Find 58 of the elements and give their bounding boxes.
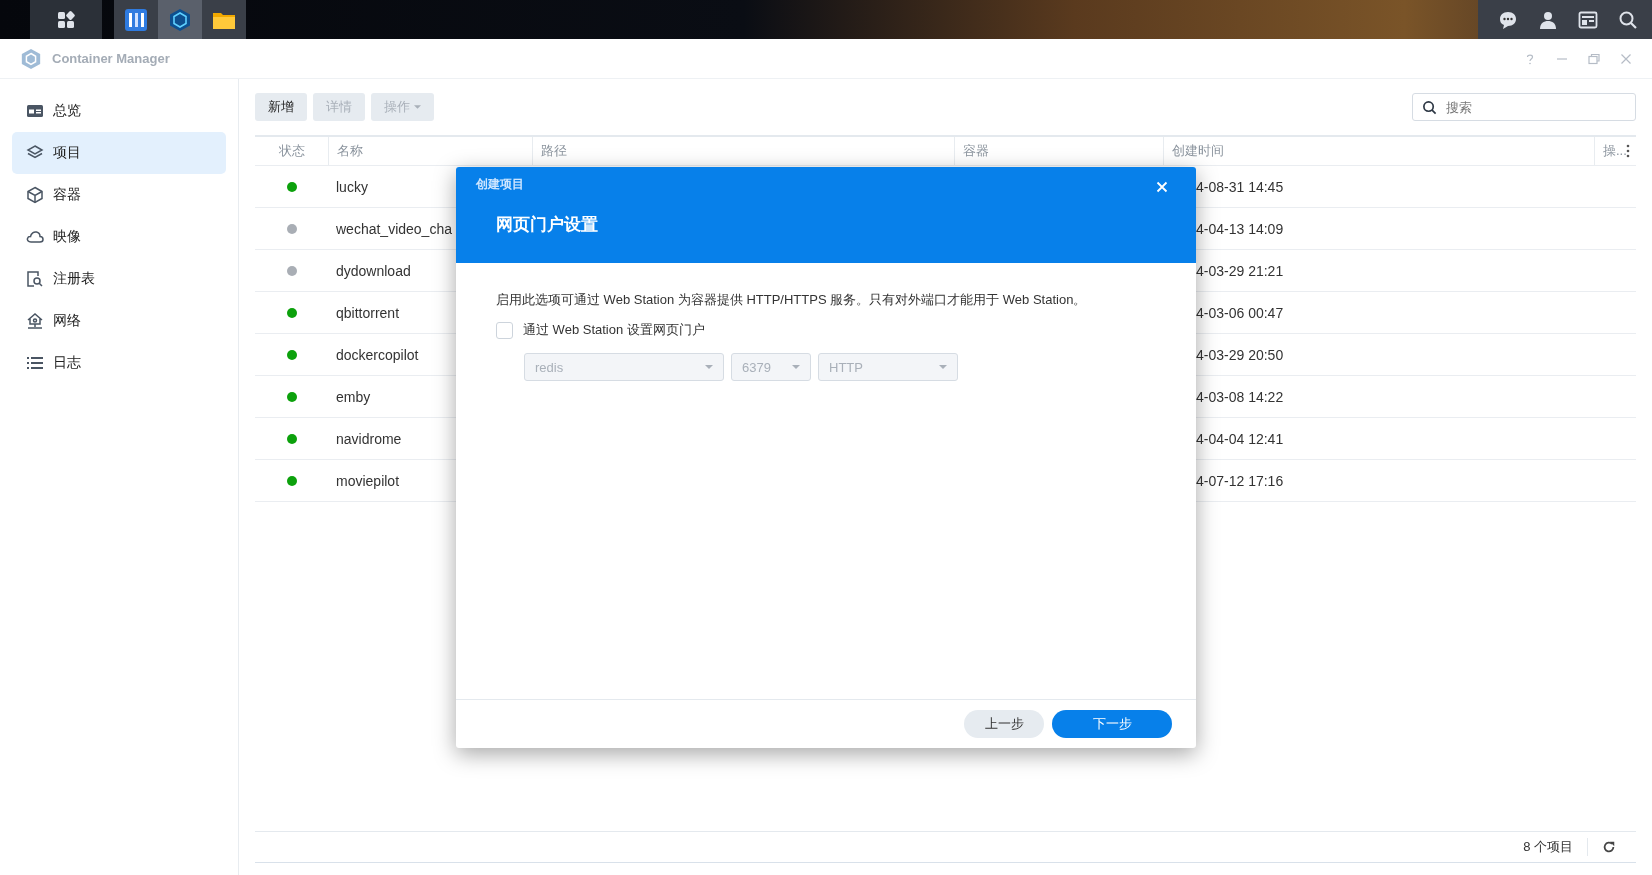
- more-options-icon[interactable]: [1626, 144, 1630, 158]
- description-text: 启用此选项可通过 Web Station 为容器提供 HTTP/HTTPS 服务。只有对外端口才能用于 Web Station。: [496, 291, 1088, 309]
- table-cell: dydownload: [336, 262, 411, 279]
- search-field[interactable]: 搜索: [1412, 93, 1636, 121]
- cube-icon: [26, 186, 44, 204]
- table-cell: moviepilot: [336, 472, 400, 489]
- table-cell: wechat_video_cha: [336, 220, 452, 237]
- table-cell: 4-03-08 14:22: [1196, 388, 1284, 405]
- table-cell: 4-04-13 14:09: [1196, 220, 1284, 237]
- sidebar-item[interactable]: 容器: [12, 174, 226, 216]
- column-header[interactable]: 名称: [328, 137, 532, 165]
- overview-icon: [26, 102, 44, 120]
- table-cell: 4-03-29 20:50: [1196, 346, 1284, 363]
- table-cell: 4-03-29 21:21: [1196, 262, 1284, 279]
- widgets-icon[interactable]: [1578, 9, 1598, 30]
- caret-icon: [705, 365, 713, 369]
- sidebar-item[interactable]: 注册表: [12, 258, 226, 300]
- sidebar-item[interactable]: 项目: [12, 132, 226, 174]
- item-count: 8 个项目: [1523, 838, 1588, 856]
- sidebar-item[interactable]: 网络: [12, 300, 226, 342]
- table-cell: lucky: [336, 178, 368, 195]
- table-cell: navidrome: [336, 430, 402, 447]
- checkbox-label[interactable]: 通过 Web Station 设置网页门户: [523, 321, 705, 339]
- caret-icon: [939, 365, 947, 369]
- sidebar-item[interactable]: 总览: [12, 90, 226, 132]
- table-cell: 4-04-04 12:41: [1196, 430, 1284, 447]
- toolbar-button[interactable]: 新增: [255, 93, 307, 121]
- window-title: Container Manager: [52, 51, 170, 66]
- column-header[interactable]: 路径: [532, 137, 954, 165]
- main-menu-icon[interactable]: [56, 9, 76, 30]
- checkbox[interactable]: [496, 321, 513, 339]
- sidebar-item[interactable]: 日志: [12, 342, 226, 384]
- dialog-button[interactable]: 下一步: [1052, 710, 1172, 738]
- user-icon[interactable]: [1538, 9, 1558, 30]
- column-header[interactable]: 创建时间: [1163, 137, 1594, 165]
- dialog-title: 网页门户设置: [496, 214, 599, 236]
- table-cell: qbittorrent: [336, 304, 400, 321]
- control-panel-icon[interactable]: [124, 7, 148, 32]
- caret-icon: [792, 365, 800, 369]
- refresh-icon[interactable]: [1602, 840, 1616, 854]
- chat-icon[interactable]: [1498, 9, 1518, 30]
- table-cell: 4-08-31 14:45: [1196, 178, 1284, 195]
- list-icon: [26, 354, 44, 372]
- column-header[interactable]: 容器: [954, 137, 1163, 165]
- app-logo-icon: [20, 47, 42, 70]
- cloud-icon: [26, 228, 44, 246]
- dialog-button[interactable]: 上一步: [964, 710, 1044, 738]
- table-cell: dockercopilot: [336, 346, 419, 363]
- table-cell: emby: [336, 388, 371, 405]
- column-header[interactable]: 状态: [255, 137, 328, 165]
- sidebar-item[interactable]: 映像: [12, 216, 226, 258]
- cube-app-icon[interactable]: [168, 7, 192, 32]
- dialog-caption: 创建项目: [476, 176, 524, 193]
- table-cell: 4-03-06 00:47: [1196, 304, 1284, 321]
- network-house-icon: [26, 312, 44, 330]
- table-cell: 4-07-12 17:16: [1196, 472, 1284, 489]
- search-icon[interactable]: [1618, 9, 1638, 30]
- registry-search-icon: [26, 270, 44, 288]
